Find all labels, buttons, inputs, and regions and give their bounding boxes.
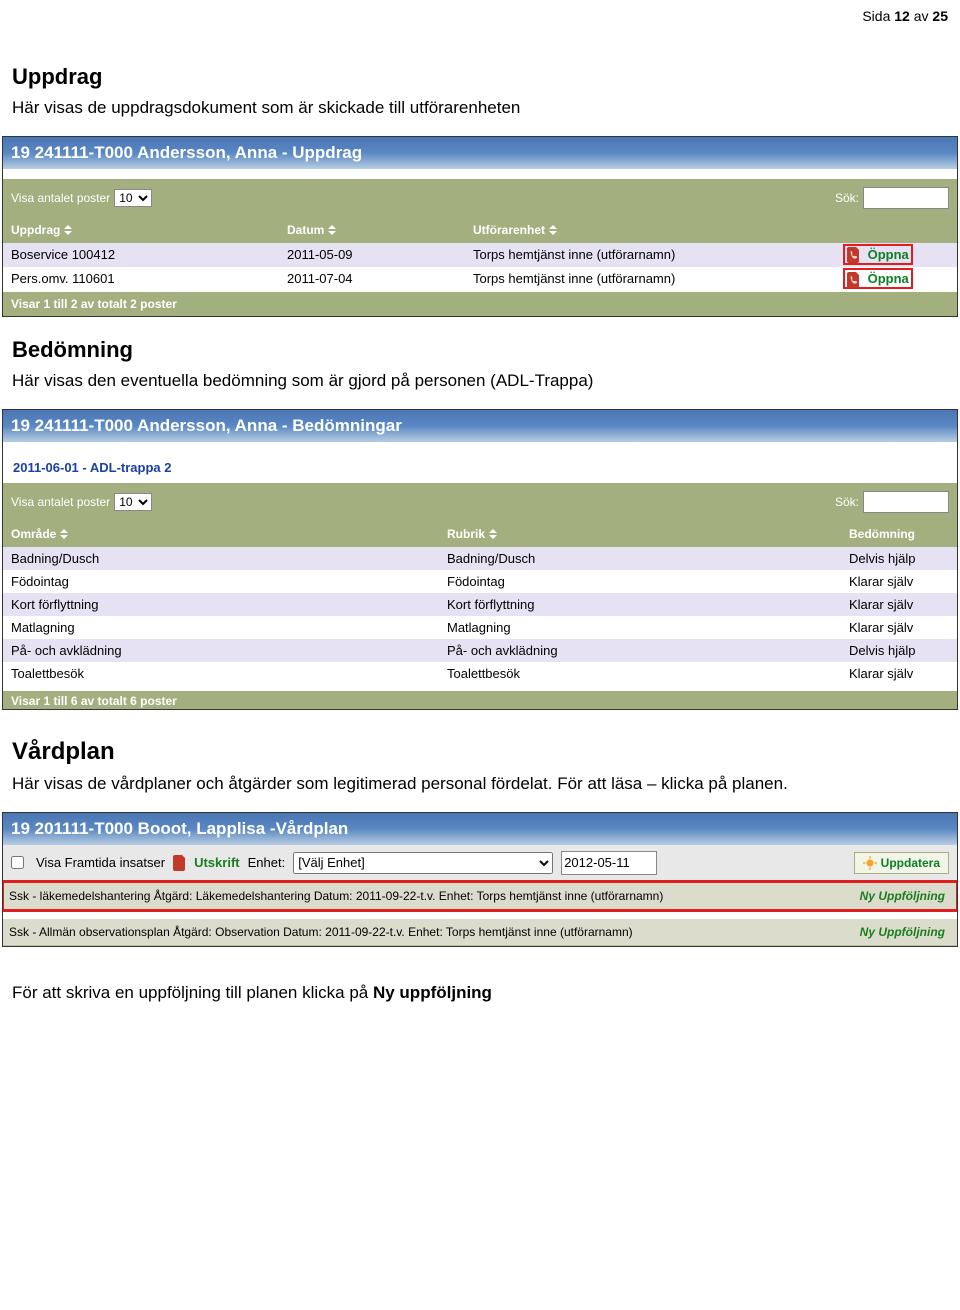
visa-label: Visa antalet poster bbox=[11, 191, 110, 205]
ny-uppfoljning-link[interactable]: Ny Uppföljning bbox=[860, 889, 951, 903]
enhet-select[interactable]: [Välj Enhet] bbox=[293, 852, 553, 874]
table-row: Pers.omv. 110601 2011-07-04 Torps hemtjä… bbox=[3, 267, 957, 292]
vardplan-screenshot: 19 201111-T000 Booot, Lapplisa -Vårdplan… bbox=[2, 812, 958, 947]
date-field[interactable] bbox=[561, 851, 657, 875]
vardplan-heading: Vårdplan bbox=[12, 738, 960, 766]
table-row: Toalettbesök Toalettbesök Klarar själv bbox=[3, 662, 957, 685]
uppdrag-header-row: Uppdrag Datum Utförarenhet bbox=[3, 217, 957, 243]
sok-label: Sök: bbox=[835, 495, 859, 509]
page-number: Sida 12 av 25 bbox=[0, 0, 960, 44]
open-link[interactable]: Öppna bbox=[868, 247, 909, 262]
uppdrag-text: Här visas de uppdragsdokument som är ski… bbox=[12, 96, 948, 120]
bedomning-header-row: Område Rubrik Bedömning bbox=[3, 521, 957, 547]
bedomning-status: Visar 1 till 6 av totalt 6 poster bbox=[3, 691, 957, 709]
table-row: Kort förflyttning Kort förflyttning Klar… bbox=[3, 593, 957, 616]
uppdrag-status: Visar 1 till 2 av totalt 2 poster bbox=[3, 292, 957, 316]
future-label: Visa Framtida insatser bbox=[36, 855, 165, 870]
visa-label: Visa antalet poster bbox=[11, 495, 110, 509]
refresh-icon bbox=[863, 856, 877, 870]
ny-uppfoljning-link[interactable]: Ny Uppföljning bbox=[860, 925, 951, 939]
future-checkbox[interactable] bbox=[11, 856, 24, 869]
pdf-icon bbox=[847, 272, 861, 288]
pdf-icon bbox=[847, 247, 861, 263]
search-input[interactable] bbox=[863, 187, 949, 209]
search-input[interactable] bbox=[863, 491, 949, 513]
bedomning-heading: Bedömning bbox=[12, 337, 960, 363]
sort-icon bbox=[64, 225, 72, 235]
bedomning-date-heading: 2011-06-01 - ADL-trappa 2 bbox=[3, 442, 957, 483]
vardplan-footer: För att skriva en uppföljning till plane… bbox=[12, 981, 948, 1005]
table-row: Födointag Födointag Klarar själv bbox=[3, 570, 957, 593]
table-row: Boservice 100412 2011-05-09 Torps hemtjä… bbox=[3, 243, 957, 268]
col-header-utforarenhet[interactable]: Utförarenhet bbox=[465, 217, 835, 243]
col-header-rubrik[interactable]: Rubrik bbox=[439, 521, 841, 547]
sort-icon bbox=[60, 529, 68, 539]
col-header-omrade[interactable]: Område bbox=[3, 521, 439, 547]
table-row: På- och avklädning På- och avklädning De… bbox=[3, 639, 957, 662]
uppdrag-toolbar: Visa antalet poster 10 Sök: bbox=[3, 179, 957, 217]
sort-icon bbox=[489, 529, 497, 539]
uppdrag-screenshot: 19 241111-T000 Andersson, Anna - Uppdrag… bbox=[2, 136, 958, 317]
sort-icon bbox=[328, 225, 336, 235]
bedomning-text: Här visas den eventuella bedömning som ä… bbox=[12, 369, 948, 393]
print-link[interactable]: Utskrift bbox=[173, 855, 240, 871]
bedomning-toolbar: Visa antalet poster 10 Sök: bbox=[3, 483, 957, 521]
vardplan-row[interactable]: Ssk - Allmän observationsplan Åtgärd: Ob… bbox=[3, 918, 957, 946]
sok-label: Sök: bbox=[835, 191, 859, 205]
open-link[interactable]: Öppna bbox=[868, 271, 909, 286]
vardplan-row[interactable]: Ssk - läkemedelshantering Åtgärd: Läkeme… bbox=[3, 882, 957, 910]
col-header-datum[interactable]: Datum bbox=[279, 217, 465, 243]
uppdrag-heading: Uppdrag bbox=[12, 64, 960, 90]
uppdrag-title-bar: 19 241111-T000 Andersson, Anna - Uppdrag bbox=[3, 137, 957, 169]
vardplan-text: Här visas de vårdplaner och åtgärder som… bbox=[12, 772, 948, 796]
uppdatera-button[interactable]: Uppdatera bbox=[854, 852, 949, 874]
bedomning-title-bar: 19 241111-T000 Andersson, Anna - Bedömni… bbox=[3, 410, 957, 442]
table-row: Matlagning Matlagning Klarar själv bbox=[3, 616, 957, 639]
col-header-bedomning[interactable]: Bedömning bbox=[841, 521, 957, 547]
col-header-uppdrag[interactable]: Uppdrag bbox=[3, 217, 279, 243]
table-row: Badning/Dusch Badning/Dusch Delvis hjälp bbox=[3, 547, 957, 570]
bedomning-screenshot: 19 241111-T000 Andersson, Anna - Bedömni… bbox=[2, 409, 958, 710]
sort-icon bbox=[549, 225, 557, 235]
vardplan-toolbar: Visa Framtida insatser Utskrift Enhet: [… bbox=[3, 845, 957, 882]
posts-count-select[interactable]: 10 bbox=[114, 189, 152, 207]
posts-count-select[interactable]: 10 bbox=[114, 493, 152, 511]
enhet-label: Enhet: bbox=[248, 855, 286, 870]
pdf-icon bbox=[173, 855, 187, 871]
vardplan-title-bar: 19 201111-T000 Booot, Lapplisa -Vårdplan bbox=[3, 813, 957, 845]
